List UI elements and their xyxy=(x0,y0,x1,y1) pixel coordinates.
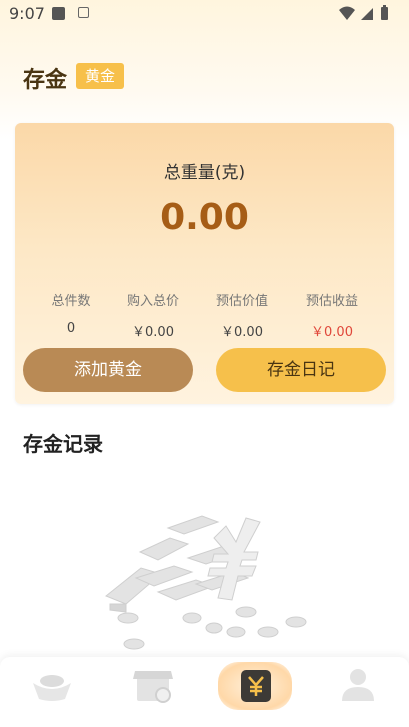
gold-diary-button[interactable]: 存金日记 xyxy=(216,348,386,392)
wifi-icon xyxy=(339,6,355,20)
page-title: 存金 xyxy=(23,68,68,93)
stat-value: ￥0.00 xyxy=(132,325,174,340)
stat-estimated-profit: 预估收益 ￥0.00 xyxy=(287,290,377,340)
signal-icon xyxy=(361,8,373,20)
add-gold-button[interactable]: 添加黄金 xyxy=(23,348,193,392)
store-icon xyxy=(133,671,173,703)
status-icons xyxy=(337,5,397,27)
notification-icon xyxy=(52,7,65,20)
stat-label: 总件数 xyxy=(51,294,91,309)
gold-type-badge[interactable]: 黄金 xyxy=(76,63,125,89)
status-time: 9:07 xyxy=(9,4,45,23)
user-icon xyxy=(342,669,374,701)
stat-estimated-value: 预估价值 ￥0.00 xyxy=(197,290,287,340)
stat-label: 购入总价 xyxy=(126,294,179,309)
battery-icon xyxy=(381,5,388,20)
total-weight-value: 0.00 xyxy=(160,197,249,238)
tab-savings[interactable] xyxy=(204,657,306,712)
app-notification-icon xyxy=(78,7,89,18)
stat-purchase-total: 购入总价 ￥0.00 xyxy=(108,290,198,340)
tab-home[interactable] xyxy=(0,657,102,712)
bottom-tab-bar xyxy=(0,657,409,727)
total-weight-label: 总重量(克) xyxy=(163,163,246,183)
stat-label: 预估价值 xyxy=(215,294,268,309)
stat-value: ￥0.00 xyxy=(221,325,263,340)
records-title: 存金记录 xyxy=(23,432,103,456)
yuan-icon xyxy=(241,670,271,702)
status-bar: 9:07 xyxy=(0,0,409,28)
stat-label: 预估收益 xyxy=(305,294,358,309)
empty-state-illustration xyxy=(96,508,311,662)
gold-ingot-icon xyxy=(33,675,71,701)
stat-value: ￥0.00 xyxy=(311,325,353,340)
tab-store[interactable] xyxy=(102,657,204,712)
tab-profile[interactable] xyxy=(306,657,408,712)
stat-total-count: 总件数 0 xyxy=(26,290,116,336)
stat-value: 0 xyxy=(66,321,76,336)
